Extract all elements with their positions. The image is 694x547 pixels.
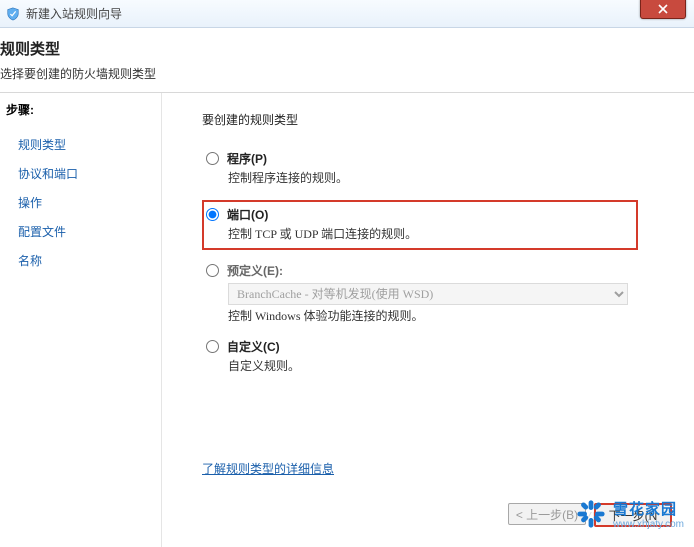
close-button[interactable]	[640, 0, 686, 19]
header-title: 规则类型	[0, 38, 682, 59]
brand-text: 雪花家园 www.xhjaty.com	[613, 498, 684, 530]
option-program-desc: 控制程序连接的规则。	[228, 169, 668, 186]
step-action[interactable]: 操作	[6, 188, 161, 217]
step-rule-type[interactable]: 规则类型	[6, 130, 161, 159]
option-predefined-desc: 控制 Windows 体验功能连接的规则。	[228, 307, 668, 324]
window-title: 新建入站规则向导	[26, 5, 122, 22]
radio-predefined[interactable]	[206, 264, 219, 277]
header-subtitle: 选择要创建的防火墙规则类型	[0, 65, 682, 82]
step-name[interactable]: 名称	[6, 246, 161, 275]
snowflake-logo-icon	[575, 498, 607, 530]
option-predefined: 预定义(E): BranchCache - 对等机发现(使用 WSD) 控制 W…	[202, 262, 668, 324]
option-custom-desc: 自定义规则。	[228, 357, 668, 374]
step-protocol-port[interactable]: 协议和端口	[6, 159, 161, 188]
wizard-body: 步骤: 规则类型 协议和端口 操作 配置文件 名称 要创建的规则类型 程序(P)…	[0, 93, 694, 547]
step-profile[interactable]: 配置文件	[6, 217, 161, 246]
brand-name: 雪花家园	[613, 498, 684, 519]
option-program: 程序(P) 控制程序连接的规则。	[202, 150, 668, 186]
close-icon	[658, 4, 668, 14]
radio-custom[interactable]	[206, 340, 219, 353]
predefined-select[interactable]: BranchCache - 对等机发现(使用 WSD)	[228, 283, 628, 305]
wizard-main: 要创建的规则类型 程序(P) 控制程序连接的规则。 端口(O) 控制 TCP 或…	[162, 93, 694, 547]
option-port-label: 端口(O)	[227, 206, 268, 223]
titlebar: 新建入站规则向导	[0, 0, 694, 28]
option-custom: 自定义(C) 自定义规则。	[202, 338, 668, 374]
option-program-label: 程序(P)	[227, 150, 267, 167]
shield-icon	[6, 7, 20, 21]
option-predefined-label: 预定义(E):	[227, 262, 283, 279]
steps-heading: 步骤:	[6, 101, 161, 118]
steps-sidebar: 步骤: 规则类型 协议和端口 操作 配置文件 名称	[0, 93, 162, 547]
option-port-desc: 控制 TCP 或 UDP 端口连接的规则。	[228, 225, 630, 242]
brand-watermark: 雪花家园 www.xhjaty.com	[575, 498, 684, 530]
wizard-header: 规则类型 选择要创建的防火墙规则类型	[0, 28, 694, 93]
radio-port[interactable]	[206, 208, 219, 221]
option-port: 端口(O) 控制 TCP 或 UDP 端口连接的规则。	[202, 200, 638, 250]
option-custom-label: 自定义(C)	[227, 338, 280, 355]
main-prompt: 要创建的规则类型	[202, 111, 668, 128]
help-link[interactable]: 了解规则类型的详细信息	[202, 460, 334, 477]
radio-program[interactable]	[206, 152, 219, 165]
brand-url: www.xhjaty.com	[613, 519, 684, 530]
